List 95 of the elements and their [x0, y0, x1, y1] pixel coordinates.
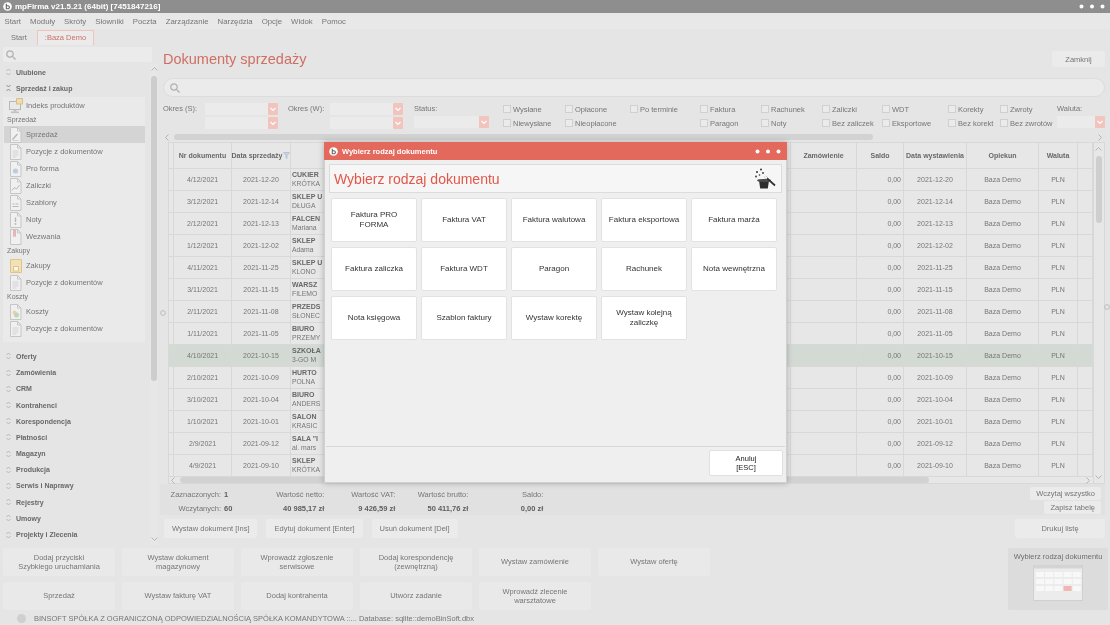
document-bookmark-icon [9, 228, 23, 245]
chevrons-icon[interactable] [6, 401, 11, 410]
search-field[interactable] [163, 78, 1105, 97]
scroll-up-icon[interactable] [150, 66, 158, 73]
caret-icon [393, 103, 403, 115]
checkbox[interactable] [948, 119, 956, 127]
dropdown-field[interactable] [330, 103, 403, 115]
document-type-button[interactable]: Faktura marża [691, 198, 777, 242]
magic-hat-icon [754, 167, 776, 190]
more-icon[interactable] [755, 148, 781, 154]
scroll-left-icon[interactable] [170, 476, 177, 484]
checkbox[interactable] [700, 105, 708, 113]
chevrons-icon[interactable] [6, 530, 11, 539]
document-text-icon [9, 194, 23, 211]
document-lines-icon [9, 274, 23, 291]
checkbox[interactable] [503, 119, 511, 127]
dropdown-field[interactable] [205, 117, 278, 129]
checkbox[interactable] [761, 105, 769, 113]
scrollbar-thumb[interactable] [174, 134, 874, 140]
caret-icon [479, 116, 489, 128]
caret-icon [268, 103, 278, 115]
scroll-right-icon[interactable] [1085, 476, 1092, 484]
caret-icon [393, 117, 403, 129]
document-exclamation-icon [9, 211, 23, 228]
chevrons-icon[interactable] [6, 514, 11, 523]
checkbox[interactable] [822, 105, 830, 113]
checkbox[interactable] [882, 119, 890, 127]
document-type-button[interactable]: Faktura WDT [421, 247, 507, 291]
scrollbar-thumb[interactable] [1095, 156, 1102, 223]
chevrons-icon[interactable] [6, 352, 11, 361]
document-chart-icon [9, 177, 23, 194]
scroll-down-icon[interactable] [1095, 474, 1102, 481]
scroll-right-icon[interactable] [1097, 133, 1104, 141]
document-type-button[interactable]: Wystaw korektę [511, 296, 597, 340]
chevrons-icon[interactable] [6, 384, 11, 393]
window-title: mpFirma v21.5.21 (64bit) [7451847216] [15, 2, 161, 11]
folder-document-icon [9, 257, 23, 274]
splitter-handle-icon[interactable] [160, 310, 166, 316]
document-type-button[interactable]: Paragon [511, 247, 597, 291]
scrollbar-thumb[interactable] [151, 76, 157, 381]
scroll-left-icon[interactable] [164, 133, 171, 141]
document-lines-icon [9, 320, 23, 337]
chevrons-icon[interactable] [6, 498, 11, 507]
document-type-button[interactable]: Faktura VAT [421, 198, 507, 242]
dropdown-field[interactable] [205, 103, 278, 115]
checkbox[interactable] [1000, 105, 1008, 113]
document-type-button[interactable]: Faktura zaliczka [331, 247, 417, 291]
chevrons-icon[interactable] [6, 465, 11, 474]
checkbox[interactable] [503, 105, 511, 113]
checkbox[interactable] [700, 119, 708, 127]
document-type-button[interactable]: Nota księgowa [331, 296, 417, 340]
document-type-button[interactable]: Szablon faktury [421, 296, 507, 340]
chevrons-icon[interactable] [6, 368, 11, 377]
chevrons-icon[interactable] [6, 433, 11, 442]
dialog-thumbnail-drawing [1033, 565, 1083, 601]
dropdown-field[interactable] [330, 117, 403, 129]
document-type-button[interactable]: Rachunek [601, 247, 687, 291]
document-type-button[interactable]: Faktura PRO FORMA [331, 198, 417, 242]
scroll-up-icon[interactable] [1095, 146, 1102, 153]
caret-icon [268, 117, 278, 129]
search-field[interactable] [3, 47, 152, 62]
scrollbar[interactable] [163, 134, 1105, 140]
scrollbar[interactable] [1093, 143, 1103, 483]
chevrons-icon[interactable] [6, 449, 11, 458]
dialog-heading: Wybierz rodzaj dokumentu [334, 170, 500, 187]
document-type-button[interactable]: Faktura eksportowa [601, 198, 687, 242]
splitter-handle-icon[interactable] [1104, 304, 1110, 310]
document-type-button[interactable]: Faktura walutowa [511, 198, 597, 242]
more-icon[interactable] [1079, 4, 1105, 9]
checkbox[interactable] [630, 105, 638, 113]
document-lines-icon [9, 143, 23, 160]
checkbox[interactable] [822, 119, 830, 127]
search-icon [170, 82, 180, 93]
checkbox[interactable] [882, 105, 890, 113]
caret-icon [1095, 116, 1105, 128]
chevrons-icon[interactable] [6, 68, 11, 77]
document-type-button[interactable]: Nota wewnętrzna [691, 247, 777, 291]
filter-icon [283, 152, 291, 159]
dropdown-field[interactable] [414, 116, 489, 128]
app-logo-icon [3, 2, 12, 11]
search-icon [6, 49, 16, 60]
chevrons-icon[interactable] [6, 481, 11, 490]
checkbox[interactable] [565, 105, 573, 113]
dropdown-field[interactable] [1057, 116, 1105, 128]
app-logo-icon [329, 146, 338, 156]
checkbox[interactable] [948, 105, 956, 113]
chevrons-icon[interactable] [6, 417, 11, 426]
page-title: Dokumenty sprzedaży [163, 51, 307, 67]
scroll-down-icon[interactable] [150, 536, 158, 543]
checkbox[interactable] [565, 119, 573, 127]
checkbox[interactable] [761, 119, 769, 127]
document-type-button[interactable]: Wystaw kolejną zaliczkę [601, 296, 687, 340]
chevrons-icon[interactable] [6, 84, 11, 93]
document-pen-icon [9, 126, 23, 143]
checkbox[interactable] [1000, 119, 1008, 127]
